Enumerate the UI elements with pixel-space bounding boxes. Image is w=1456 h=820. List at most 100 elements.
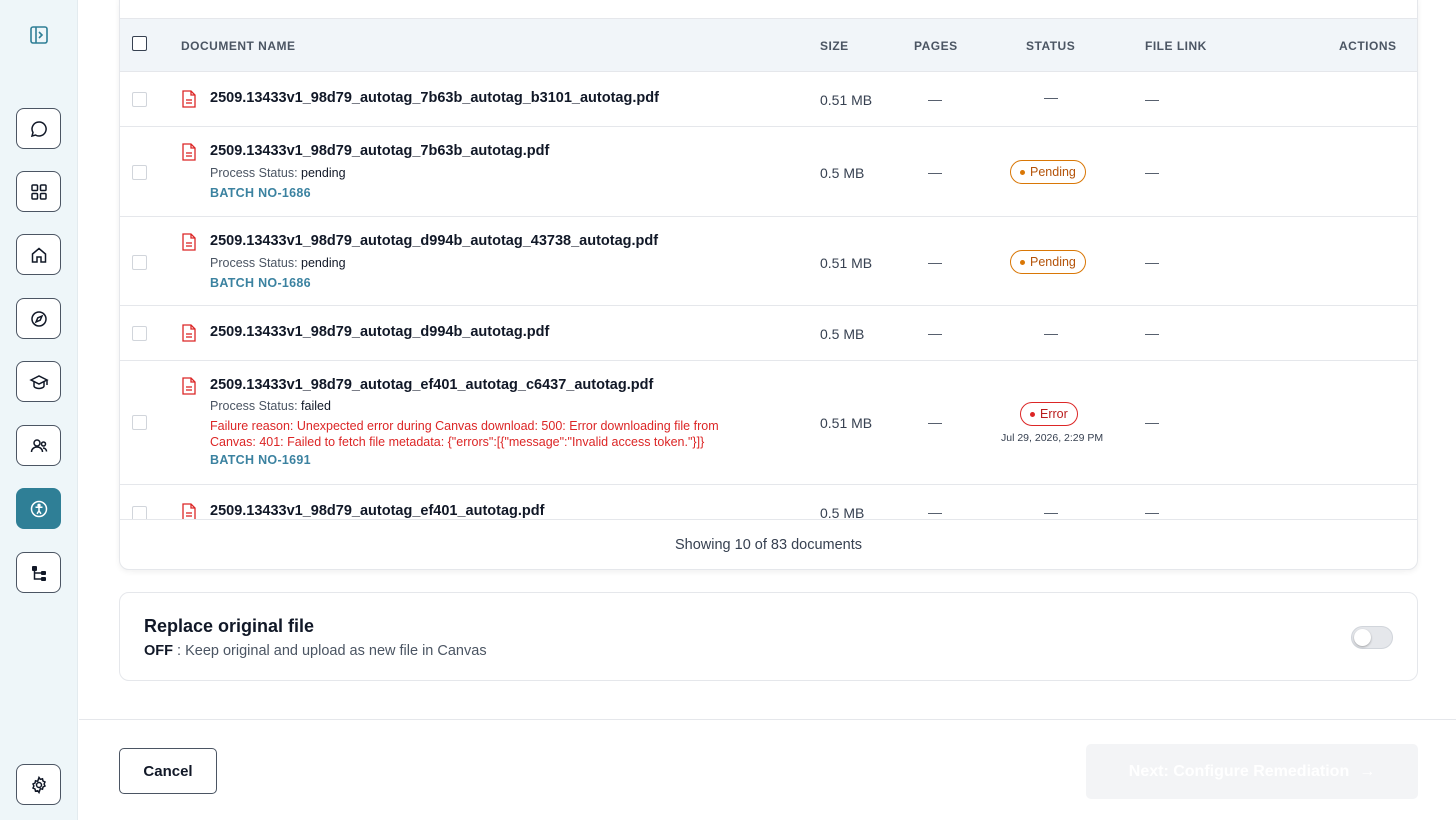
process-status-label: Process Status: (210, 166, 298, 180)
pdf-file-icon (182, 503, 196, 519)
table-row[interactable]: 2509.13433v1_98d79_autotag_7b63b_autotag… (120, 72, 1417, 127)
sidebar-item-chat[interactable] (16, 108, 61, 149)
process-status-value: pending (301, 256, 346, 270)
document-size: 0.51 MB (820, 415, 873, 431)
replace-description-text: : Keep original and upload as new file i… (173, 643, 487, 659)
document-name: 2509.13433v1_98d79_autotag_ef401_autotag… (210, 377, 654, 393)
batch-number[interactable]: BATCH NO-1686 (210, 276, 311, 290)
toggle-knob (1354, 629, 1371, 646)
bottom-action-bar: Cancel Next: Configure Remediation → (79, 719, 1456, 820)
header-status[interactable]: STATUS (1026, 39, 1075, 53)
process-status-label: Process Status: (210, 399, 298, 413)
process-status: Process Status: pending (210, 166, 346, 180)
status-dot (1020, 169, 1025, 175)
pdf-file-icon (182, 324, 196, 342)
status-timestamp: Jul 29, 2026, 2:29 PM (1001, 432, 1104, 444)
pdf-file-icon (182, 233, 196, 251)
row-checkbox[interactable] (132, 92, 147, 107)
document-name: 2509.13433v1_98d79_autotag_ef401_autotag… (210, 503, 545, 519)
document-file-link: — (1145, 504, 1159, 519)
sidebar-item-courses[interactable] (16, 361, 61, 402)
document-status: — (1044, 325, 1058, 341)
document-file-link: — (1145, 91, 1159, 107)
users-icon (30, 438, 47, 452)
status-dot (1020, 259, 1025, 265)
hierarchy-icon (31, 565, 46, 581)
document-pages: — (928, 164, 942, 180)
status-dot (1030, 411, 1035, 417)
gear-icon (31, 775, 46, 794)
row-checkbox[interactable] (132, 255, 147, 270)
graduation-cap-icon (28, 374, 49, 389)
document-size: 0.5 MB (820, 505, 865, 519)
document-name: 2509.13433v1_98d79_autotag_7b63b_autotag… (210, 143, 550, 159)
next-button-label: Next: Configure Remediation (1128, 762, 1350, 780)
table-row[interactable]: 2509.13433v1_98d79_autotag_ef401_autotag… (120, 485, 1417, 519)
sidebar-item-explore[interactable] (16, 298, 61, 339)
replace-original-card: Replace original file OFF : Keep origina… (119, 592, 1418, 681)
row-checkbox[interactable] (132, 165, 147, 180)
grid-apps-icon (30, 183, 47, 200)
status-badge-label: Pending (1030, 165, 1076, 179)
compass-icon (30, 310, 47, 327)
sidebar-item-hierarchy[interactable] (16, 552, 61, 593)
replace-state-label: OFF (144, 643, 173, 659)
row-checkbox[interactable] (132, 506, 147, 519)
select-all-checkbox[interactable] (132, 36, 147, 51)
sidebar-item-accessibility[interactable] (16, 488, 61, 529)
next-configure-remediation-button[interactable]: Next: Configure Remediation → (1086, 744, 1418, 799)
sidebar-item-home[interactable] (16, 234, 61, 275)
table-row[interactable]: 2509.13433v1_98d79_autotag_d994b_autotag… (120, 217, 1417, 306)
status-badge: Pending (1010, 250, 1086, 274)
documents-count: Showing 10 of 83 documents (120, 519, 1417, 569)
header-size[interactable]: SIZE (820, 39, 849, 53)
row-checkbox[interactable] (132, 415, 147, 430)
batch-number[interactable]: BATCH NO-1691 (210, 453, 311, 467)
replace-original-title: Replace original file (144, 616, 315, 636)
document-name: 2509.13433v1_98d79_autotag_d994b_autotag… (210, 324, 550, 340)
table-header: DOCUMENT NAME SIZE PAGES STATUS FILE LIN… (120, 18, 1417, 72)
table-row[interactable]: 2509.13433v1_98d79_autotag_ef401_autotag… (120, 361, 1417, 485)
header-file-link: FILE LINK (1145, 39, 1207, 53)
document-size: 0.5 MB (820, 326, 865, 342)
arrow-right-icon: → (1359, 762, 1376, 780)
sidebar (0, 0, 78, 820)
pdf-file-icon (182, 143, 196, 161)
document-pages: — (928, 504, 942, 519)
batch-number[interactable]: BATCH NO-1686 (210, 186, 311, 200)
document-pages: — (928, 254, 942, 270)
table-row[interactable]: 2509.13433v1_98d79_autotag_7b63b_autotag… (120, 127, 1417, 217)
document-pages: — (928, 325, 942, 341)
header-pages[interactable]: PAGES (914, 39, 958, 53)
settings-button[interactable] (16, 764, 61, 805)
cancel-button[interactable]: Cancel (119, 748, 217, 794)
document-file-link: — (1145, 325, 1159, 341)
document-status: — (1044, 504, 1058, 519)
process-status-value: pending (301, 166, 346, 180)
row-checkbox[interactable] (132, 326, 147, 341)
documents-table: DOCUMENT NAME SIZE PAGES STATUS FILE LIN… (119, 0, 1418, 570)
document-size: 0.51 MB (820, 92, 873, 108)
document-name: 2509.13433v1_98d79_autotag_d994b_autotag… (210, 233, 659, 249)
status-badge: Pending (1010, 160, 1086, 184)
sidebar-item-apps[interactable] (16, 171, 61, 212)
chat-bubble-icon (30, 120, 47, 137)
replace-original-description: OFF : Keep original and upload as new fi… (144, 643, 487, 659)
replace-original-toggle[interactable] (1351, 626, 1393, 649)
pdf-file-icon (182, 90, 196, 108)
sidebar-toggle-icon[interactable] (27, 23, 51, 47)
accessibility-icon (30, 500, 47, 517)
table-row[interactable]: 2509.13433v1_98d79_autotag_d994b_autotag… (120, 306, 1417, 361)
document-file-link: — (1145, 164, 1159, 180)
pdf-file-icon (182, 377, 196, 395)
sidebar-item-users[interactable] (16, 425, 61, 466)
status-badge: Error (1020, 402, 1078, 426)
table-body: 2509.13433v1_98d79_autotag_7b63b_autotag… (120, 72, 1417, 519)
main-content: DOCUMENT NAME SIZE PAGES STATUS FILE LIN… (79, 0, 1456, 820)
home-icon (31, 247, 46, 263)
status-badge-label: Error (1040, 407, 1068, 421)
document-status: — (1044, 89, 1058, 105)
document-size: 0.51 MB (820, 255, 873, 271)
header-document-name[interactable]: DOCUMENT NAME (181, 39, 296, 53)
document-file-link: — (1145, 254, 1159, 270)
